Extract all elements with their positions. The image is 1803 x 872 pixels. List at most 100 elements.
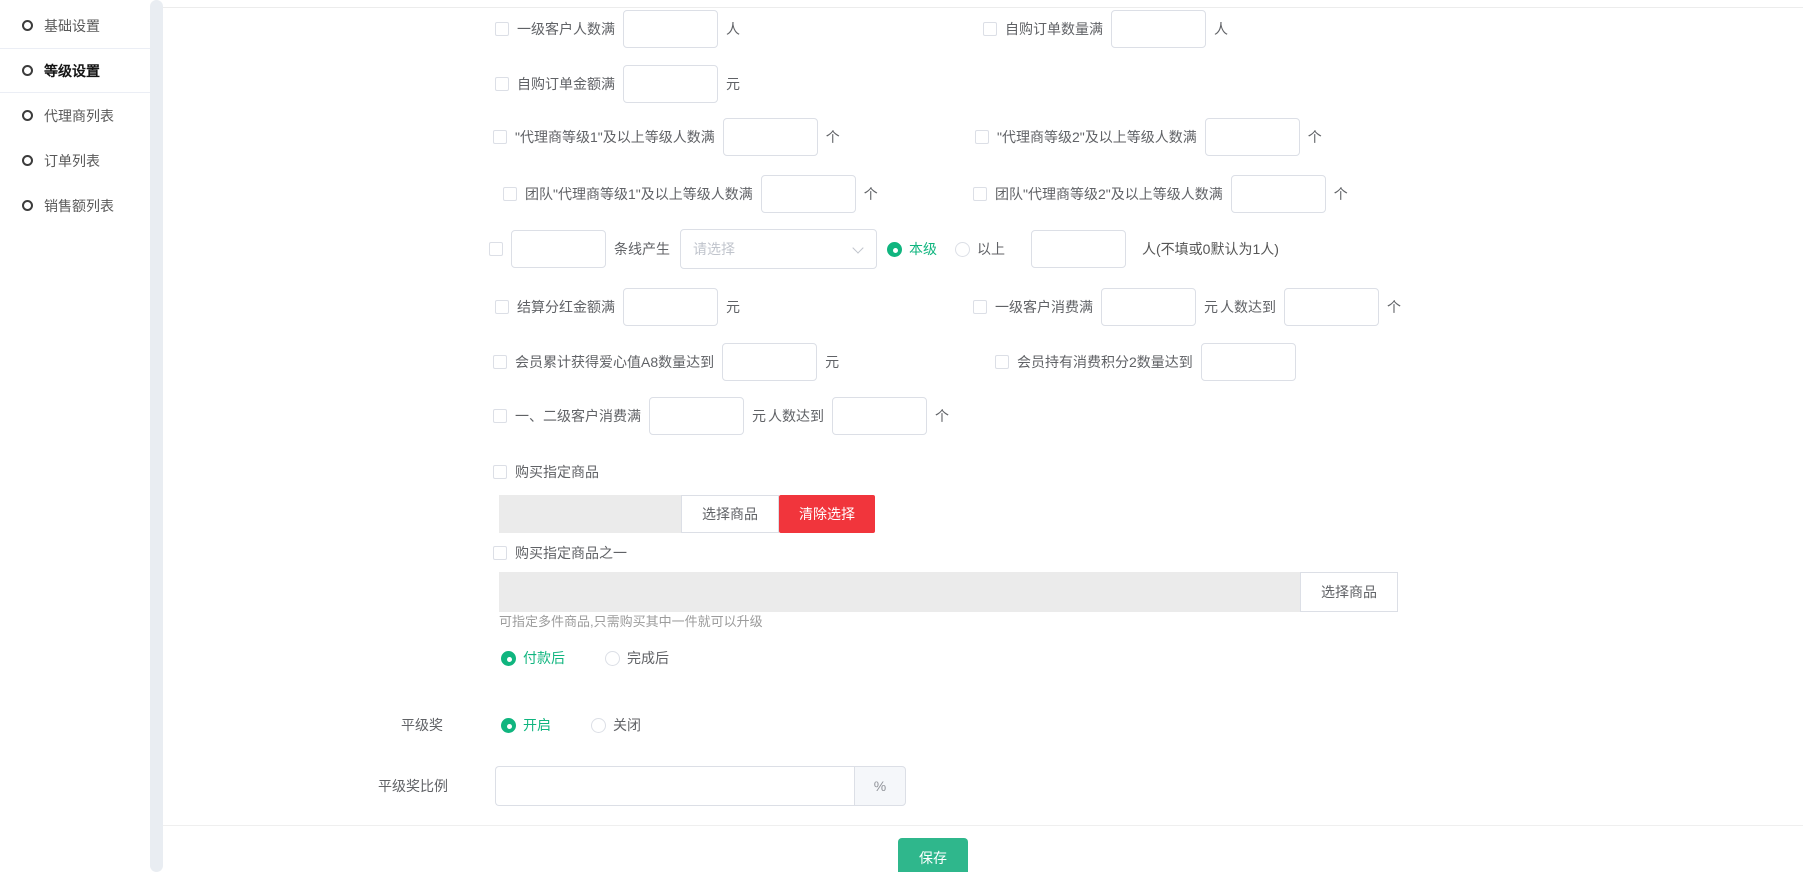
percent-suffix: % (854, 766, 906, 806)
checkbox[interactable] (495, 22, 509, 36)
checkbox[interactable] (489, 242, 503, 256)
field-label: 人数达到 (768, 406, 824, 426)
peer-award-ratio-label: 平级奖比例 (328, 776, 448, 796)
condition-row-buy-product-one: 购买指定商品之一 (493, 536, 627, 570)
sidebar-item-agent-list[interactable]: 代理商列表 (0, 93, 150, 138)
radio-option-above-level[interactable]: 以上 (955, 239, 1005, 259)
checkbox[interactable] (493, 355, 507, 369)
sidebar-item-sales-list[interactable]: 销售额列表 (0, 183, 150, 228)
sidebar-item-order-list[interactable]: 订单列表 (0, 138, 150, 183)
line-people-count-input[interactable] (1031, 230, 1126, 268)
sidebar-item-label: 订单列表 (44, 151, 100, 171)
level12-customer-people-input[interactable] (832, 397, 927, 435)
checkbox[interactable] (493, 546, 507, 560)
checkbox[interactable] (983, 22, 997, 36)
condition-row-buy-product: 购买指定商品 (493, 455, 599, 489)
field-label: 一级客户消费满 (995, 297, 1093, 317)
consume-points2-input[interactable] (1201, 343, 1296, 381)
circle-icon (22, 110, 33, 121)
checkbox[interactable] (995, 355, 1009, 369)
peer-award-ratio-row: 平级奖比例 % (328, 764, 906, 808)
self-order-amount-input[interactable] (623, 65, 718, 103)
unit-label: 元 (825, 352, 839, 372)
condition-row-self-order-amount: 自购订单金额满 元 (495, 64, 740, 104)
selected-product-display (499, 495, 681, 533)
radio-label: 关闭 (613, 715, 641, 735)
level1-customer-consume-input[interactable] (1101, 288, 1196, 326)
circle-icon (22, 65, 33, 76)
checkbox[interactable] (493, 465, 507, 479)
checkbox[interactable] (495, 300, 509, 314)
upgrade-timing-radio-group: 付款后 完成后 (501, 638, 687, 678)
sidebar-item-label: 等级设置 (44, 61, 100, 81)
checkbox[interactable] (503, 187, 517, 201)
sidebar-item-level-settings[interactable]: 等级设置 (0, 48, 150, 93)
unit-label: 个 (1387, 297, 1401, 317)
field-label: 会员持有消费积分2数量达到 (1017, 352, 1193, 372)
field-label: 会员累计获得爱心值A8数量达到 (515, 352, 714, 372)
checkbox[interactable] (973, 300, 987, 314)
select-product-button[interactable]: 选择商品 (681, 495, 779, 533)
line-count-input[interactable] (511, 230, 606, 268)
sidebar-item-label: 基础设置 (44, 16, 100, 36)
radio-option-same-level[interactable]: 本级 (887, 239, 937, 259)
unit-label: 个 (1308, 127, 1322, 147)
level1-customer-consume-people-input[interactable] (1284, 288, 1379, 326)
select-product-one-button[interactable]: 选择商品 (1300, 572, 1398, 612)
team-agent-level2-count-input[interactable] (1231, 175, 1326, 213)
checkbox[interactable] (493, 130, 507, 144)
checkbox[interactable] (975, 130, 989, 144)
level-select[interactable]: 请选择 (680, 229, 877, 269)
team-agent-level1-count-input[interactable] (761, 175, 856, 213)
buy-product-picker: 选择商品 清除选择 (499, 495, 875, 533)
sidebar-item-label: 代理商列表 (44, 106, 114, 126)
condition-row-team-agent-level1-count: 团队"代理商等级1"及以上等级人数满 个 (503, 174, 878, 214)
save-button[interactable]: 保存 (898, 838, 968, 872)
love-value-a8-input[interactable] (722, 343, 817, 381)
level1-customer-count-input[interactable] (623, 10, 718, 48)
unit-label: 元 (726, 297, 740, 317)
self-order-count-input[interactable] (1111, 10, 1206, 48)
field-label: 人数达到 (1220, 297, 1276, 317)
field-label: 购买指定商品之一 (515, 543, 627, 563)
checkbox[interactable] (495, 77, 509, 91)
condition-row-level1-customer-count: 一级客户人数满 人 (495, 9, 740, 49)
agent-level1-count-input[interactable] (723, 118, 818, 156)
field-label: "代理商等级1"及以上等级人数满 (515, 127, 715, 147)
sidebar-item-label: 销售额列表 (44, 196, 114, 216)
condition-row-settle-dividend-amount: 结算分红金额满 元 (495, 287, 740, 327)
circle-icon (22, 155, 33, 166)
radio-option-after-payment[interactable]: 付款后 (501, 648, 565, 668)
condition-row-team-agent-level2-count: 团队"代理商等级2"及以上等级人数满 个 (973, 174, 1348, 214)
selected-products-display (499, 572, 1300, 612)
peer-award-label: 平级奖 (343, 715, 443, 735)
sidebar-scrollbar[interactable] (150, 0, 163, 872)
radio-label: 付款后 (523, 648, 565, 668)
checkbox[interactable] (973, 187, 987, 201)
radio-icon (955, 242, 970, 257)
buy-product-one-hint-row: 可指定多件商品,只需购买其中一件就可以升级 (499, 608, 763, 632)
clear-selection-button[interactable]: 清除选择 (779, 495, 875, 533)
checkbox[interactable] (493, 409, 507, 423)
radio-option-after-complete[interactable]: 完成后 (605, 648, 669, 668)
level12-customer-consume-input[interactable] (649, 397, 744, 435)
unit-label: 人 (1214, 19, 1228, 39)
condition-row-level12-customer-consume: 一、二级客户消费满 元 人数达到 个 (493, 396, 949, 436)
settings-sidebar: 基础设置 等级设置 代理商列表 订单列表 销售额列表 (0, 0, 150, 872)
agent-level2-count-input[interactable] (1205, 118, 1300, 156)
field-label: "代理商等级2"及以上等级人数满 (997, 127, 1197, 147)
radio-option-peer-award-on[interactable]: 开启 (501, 715, 551, 735)
peer-award-row: 平级奖 开启 关闭 (343, 705, 659, 745)
peer-award-ratio-input[interactable] (495, 766, 854, 806)
field-label: 自购订单数量满 (1005, 19, 1103, 39)
condition-row-self-order-count: 自购订单数量满 人 (983, 9, 1228, 49)
radio-label: 以上 (977, 239, 1005, 259)
select-placeholder: 请选择 (693, 239, 735, 259)
sidebar-item-basic-settings[interactable]: 基础设置 (0, 3, 150, 48)
unit-label: 个 (1334, 184, 1348, 204)
radio-icon (605, 651, 620, 666)
radio-icon (501, 718, 516, 733)
unit-label: 个 (826, 127, 840, 147)
radio-option-peer-award-off[interactable]: 关闭 (591, 715, 641, 735)
settle-dividend-amount-input[interactable] (623, 288, 718, 326)
